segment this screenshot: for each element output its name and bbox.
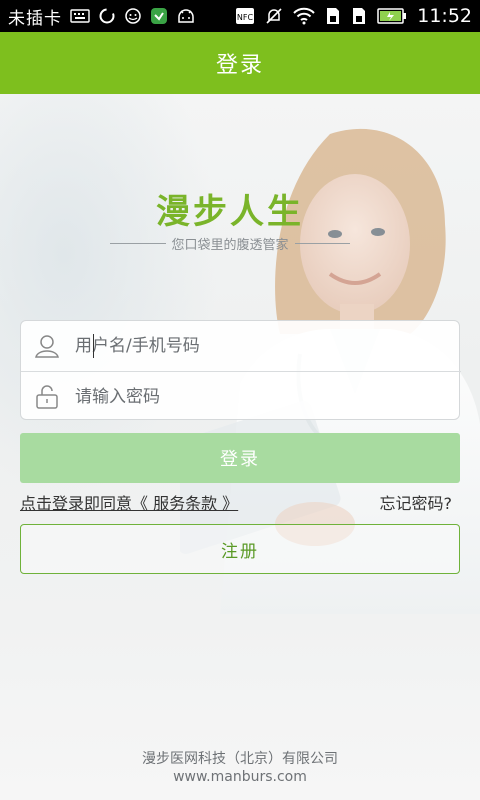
sync-icon (98, 7, 116, 25)
mute-icon (265, 7, 283, 25)
username-row (21, 321, 461, 371)
battery-icon (377, 8, 407, 24)
tagline: 您口袋里的腹透管家 (110, 234, 351, 253)
svg-text:NFC: NFC (237, 13, 254, 22)
sim-icon (325, 7, 341, 25)
title-bar: 登录 (0, 32, 480, 94)
app-logo: 漫步人生 您口袋里的腹透管家 (110, 184, 351, 253)
tagline-divider-left (110, 243, 166, 244)
status-bar: 未插卡 NFC 11:52 (0, 0, 480, 32)
app-name: 漫步人生 (156, 192, 304, 232)
clock: 11:52 (417, 5, 472, 27)
wifi-icon (293, 7, 315, 25)
carrier-label: 未插卡 (8, 8, 62, 29)
tagline-divider-right (294, 243, 351, 244)
login-form-card (20, 320, 461, 421)
login-button[interactable]: 登录 (20, 433, 460, 483)
terms-link[interactable]: 点击登录即同意《 服务条款 》 (20, 490, 238, 514)
android-icon (176, 8, 196, 24)
sim2-icon (351, 7, 367, 25)
footer: 漫步医网科技（北京）有限公司 www.manburs.com (0, 750, 480, 786)
keyboard-icon (70, 9, 90, 23)
password-row (21, 371, 461, 421)
user-icon (21, 321, 73, 371)
password-input[interactable] (73, 372, 461, 421)
website-link: www.manburs.com (173, 769, 307, 785)
lock-icon (21, 372, 73, 422)
face-icon (124, 7, 142, 25)
text-cursor (93, 334, 94, 358)
shield-icon (150, 7, 168, 25)
username-input[interactable] (73, 322, 461, 370)
nfc-icon: NFC (235, 7, 255, 25)
page-title: 登录 (215, 53, 264, 78)
tagline-text: 您口袋里的腹透管家 (171, 238, 289, 253)
company-name: 漫步医网科技（北京）有限公司 (142, 751, 338, 767)
forgot-password-link[interactable]: 忘记密码? (380, 490, 453, 514)
register-button[interactable]: 注册 (20, 524, 460, 574)
